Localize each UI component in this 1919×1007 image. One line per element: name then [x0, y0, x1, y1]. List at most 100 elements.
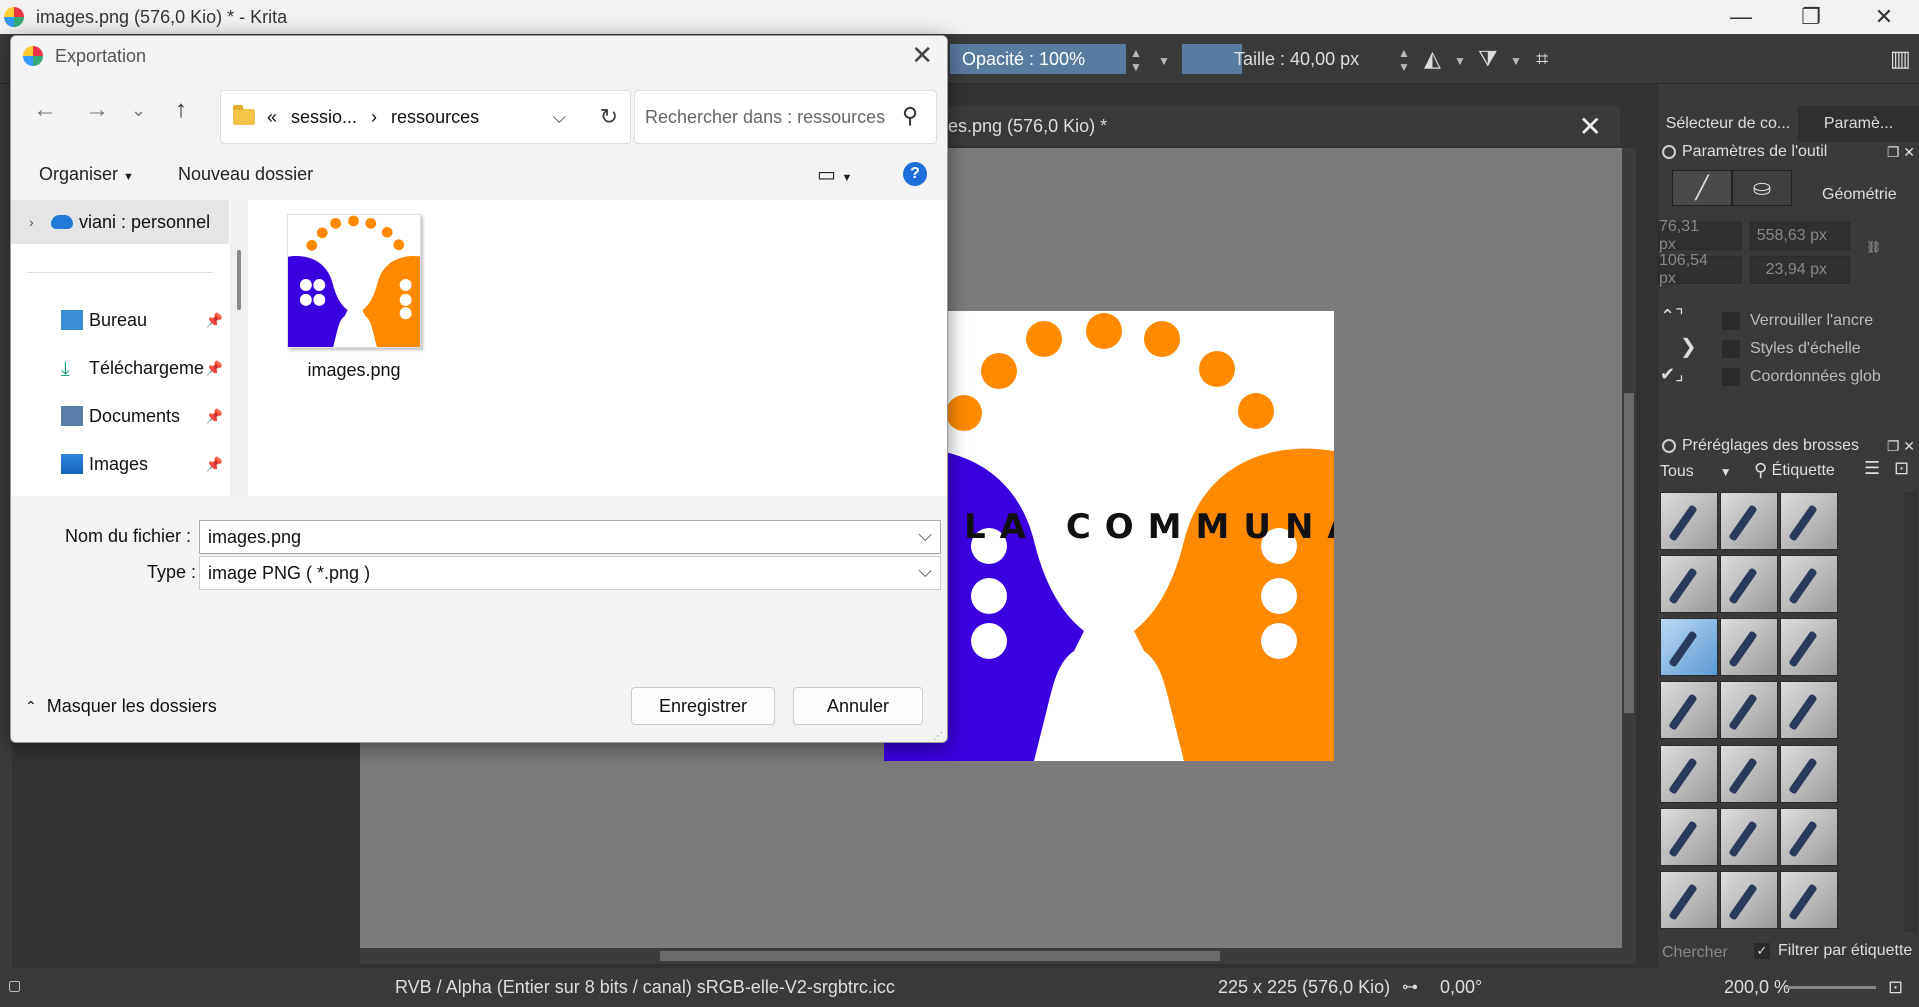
- brush-preset[interactable]: [1660, 807, 1718, 866]
- line-tool-icon[interactable]: ╱: [1672, 170, 1732, 206]
- filename-dropdown-icon[interactable]: ⌵: [918, 525, 932, 546]
- recent-locations-icon[interactable]: ⌄: [131, 100, 146, 121]
- save-button[interactable]: Enregistrer: [631, 687, 775, 725]
- refresh-icon[interactable]: ↻: [600, 104, 618, 130]
- brush-preset[interactable]: [1660, 744, 1718, 803]
- cancel-button[interactable]: Annuler: [793, 687, 923, 725]
- brush-search-field[interactable]: Chercher: [1662, 944, 1728, 962]
- x-position-field[interactable]: 76,31 px: [1658, 218, 1742, 253]
- scale-styles-check[interactable]: Styles d'échelle: [1722, 340, 1861, 358]
- close-dialog-button[interactable]: ✕: [911, 40, 933, 71]
- anchor-icon[interactable]: ⌃⌝: [1660, 306, 1684, 327]
- rotation-icon[interactable]: ⊶: [1402, 977, 1418, 997]
- nav-item-bureau[interactable]: Bureau 📌: [11, 298, 229, 342]
- aspect-lock-icon[interactable]: ⛓: [1866, 240, 1881, 254]
- brush-preset[interactable]: [1780, 492, 1838, 550]
- hide-folders-toggle[interactable]: ⌃ Masquer les dossiers: [25, 696, 217, 717]
- brush-preset[interactable]: [1660, 870, 1718, 929]
- lock-anchor-check[interactable]: Verrouiller l'ancre: [1722, 312, 1873, 330]
- organize-menu[interactable]: Organiser ▼: [39, 164, 134, 185]
- address-bar[interactable]: « sessio... › ressources ⌵ ↻: [220, 90, 631, 144]
- brush-preset[interactable]: [1780, 618, 1838, 677]
- y-position-field[interactable]: 106,54 px: [1658, 252, 1742, 287]
- resize-grip-icon[interactable]: ⋰: [933, 731, 943, 742]
- brush-preset[interactable]: [1780, 744, 1838, 803]
- brush-preset[interactable]: [1780, 555, 1838, 614]
- nav-item-telechargements[interactable]: ⤓ Téléchargeme 📌: [11, 346, 229, 390]
- breadcrumb-sessio[interactable]: sessio...: [291, 107, 357, 128]
- canvas-horizontal-scrollbar[interactable]: [360, 948, 1636, 964]
- up-arrow-icon[interactable]: ↑: [175, 96, 187, 124]
- help-icon[interactable]: ?: [903, 162, 927, 186]
- artwork-canvas[interactable]: LA COMMUNA: [884, 311, 1334, 761]
- docker-float-close-icon[interactable]: ❐ ✕: [1887, 144, 1915, 161]
- filename-input[interactable]: images.png ⌵: [199, 520, 941, 554]
- document-tab[interactable]: es.png (576,0 Kio) * ✕: [940, 106, 1620, 146]
- brush-preset[interactable]: [1720, 618, 1778, 677]
- width-field[interactable]: 558,63 px: [1750, 222, 1850, 250]
- filetype-select[interactable]: image PNG ( *.png ) ⌵: [199, 556, 941, 590]
- close-window-button[interactable]: ✕: [1849, 0, 1919, 34]
- global-coords-check[interactable]: Coordonnées glob: [1722, 368, 1881, 386]
- docker-lock-icon[interactable]: [1662, 145, 1676, 159]
- zoom-value[interactable]: 200,0 %: [1724, 977, 1790, 998]
- fill-tool-icon[interactable]: ⛀: [1732, 170, 1792, 206]
- brush-preset[interactable]: [1660, 492, 1718, 550]
- brush-preset[interactable]: [1720, 681, 1778, 740]
- brush-preset[interactable]: [1780, 807, 1838, 866]
- address-dropdown-icon[interactable]: ⌵: [552, 107, 566, 128]
- nav-item-documents[interactable]: Documents 📌: [11, 394, 229, 438]
- brush-preset[interactable]: [1720, 744, 1778, 803]
- search-input[interactable]: Rechercher dans : ressources ⚲: [634, 90, 937, 144]
- zoom-slider[interactable]: [1786, 986, 1876, 989]
- mirror-v-dropdown-icon[interactable]: ▼: [1510, 54, 1522, 68]
- nav-item-images[interactable]: Images 📌: [11, 442, 229, 486]
- opacity-slider[interactable]: Opacité : 100%: [950, 44, 1126, 74]
- brush-preset[interactable]: [1720, 555, 1778, 614]
- brush-preset[interactable]: [1780, 681, 1838, 740]
- view-options-icon[interactable]: ▭ ▼: [817, 162, 852, 187]
- rotation-value[interactable]: 0,00°: [1440, 977, 1482, 998]
- filetype-dropdown-icon[interactable]: ⌵: [918, 561, 932, 582]
- docker-float-close-icon[interactable]: ❐ ✕: [1887, 438, 1915, 455]
- fit-screen-icon[interactable]: ⊡: [1888, 977, 1903, 998]
- view-mode-icon[interactable]: ☰: [1864, 458, 1880, 479]
- forward-arrow-icon[interactable]: →: [85, 96, 109, 124]
- geometry-tab[interactable]: Géométrie: [1822, 186, 1897, 204]
- canvas-vertical-scrollbar[interactable]: [1622, 148, 1636, 948]
- new-folder-button[interactable]: Nouveau dossier: [178, 164, 313, 185]
- brush-preset[interactable]: [1660, 555, 1718, 614]
- file-item[interactable]: images.png: [284, 214, 424, 381]
- tag-dropdown[interactable]: ⚲ Étiquette: [1754, 460, 1835, 481]
- maximize-button[interactable]: ❐: [1776, 0, 1846, 34]
- breadcrumb-ressources[interactable]: ressources: [391, 107, 479, 128]
- height-field[interactable]: 23,94 px: [1750, 256, 1850, 284]
- nav-item-onedrive[interactable]: › viani : personnel: [11, 200, 229, 244]
- filter-by-tag-check[interactable]: ✓ Filtrer par étiquette: [1754, 942, 1912, 960]
- nav-pane-scrollbar[interactable]: [230, 200, 248, 496]
- brush-preset[interactable]: [1720, 870, 1778, 929]
- tab-color-selector[interactable]: Sélecteur de co...: [1658, 106, 1798, 142]
- brush-filter-dropdown[interactable]: Tous ▼: [1660, 460, 1740, 484]
- brush-preset[interactable]: [1720, 807, 1778, 866]
- close-document-icon[interactable]: ✕: [1579, 110, 1602, 143]
- brush-preset[interactable]: [1720, 492, 1778, 550]
- docker-lock-icon[interactable]: [1662, 439, 1676, 453]
- brush-grid-scrollbar[interactable]: [1904, 492, 1918, 932]
- tab-tool-options[interactable]: Paramè...: [1798, 106, 1919, 142]
- dock-layout-icon[interactable]: ▥: [1890, 46, 1911, 72]
- mirror-horizontal-icon[interactable]: ◭: [1424, 46, 1441, 72]
- size-spin-icon[interactable]: ▲ ▼: [1398, 46, 1410, 74]
- size-slider[interactable]: Taille : 40,00 px: [1222, 44, 1392, 74]
- back-arrow-icon[interactable]: ←: [33, 96, 57, 124]
- mirror-h-dropdown-icon[interactable]: ▼: [1454, 54, 1466, 68]
- opacity-spin-icon[interactable]: ▲ ▼: [1130, 46, 1142, 74]
- minimize-button[interactable]: —: [1706, 0, 1776, 34]
- brush-preset[interactable]: [1660, 681, 1718, 740]
- brush-preset[interactable]: [1780, 870, 1838, 929]
- brush-settings-icon[interactable]: ⊡: [1894, 458, 1909, 479]
- mirror-vertical-icon[interactable]: ⧩: [1478, 46, 1498, 72]
- search-icon[interactable]: ⚲: [902, 103, 918, 129]
- opacity-dropdown-icon[interactable]: ▼: [1158, 54, 1170, 68]
- brush-preset-selected[interactable]: [1660, 618, 1718, 677]
